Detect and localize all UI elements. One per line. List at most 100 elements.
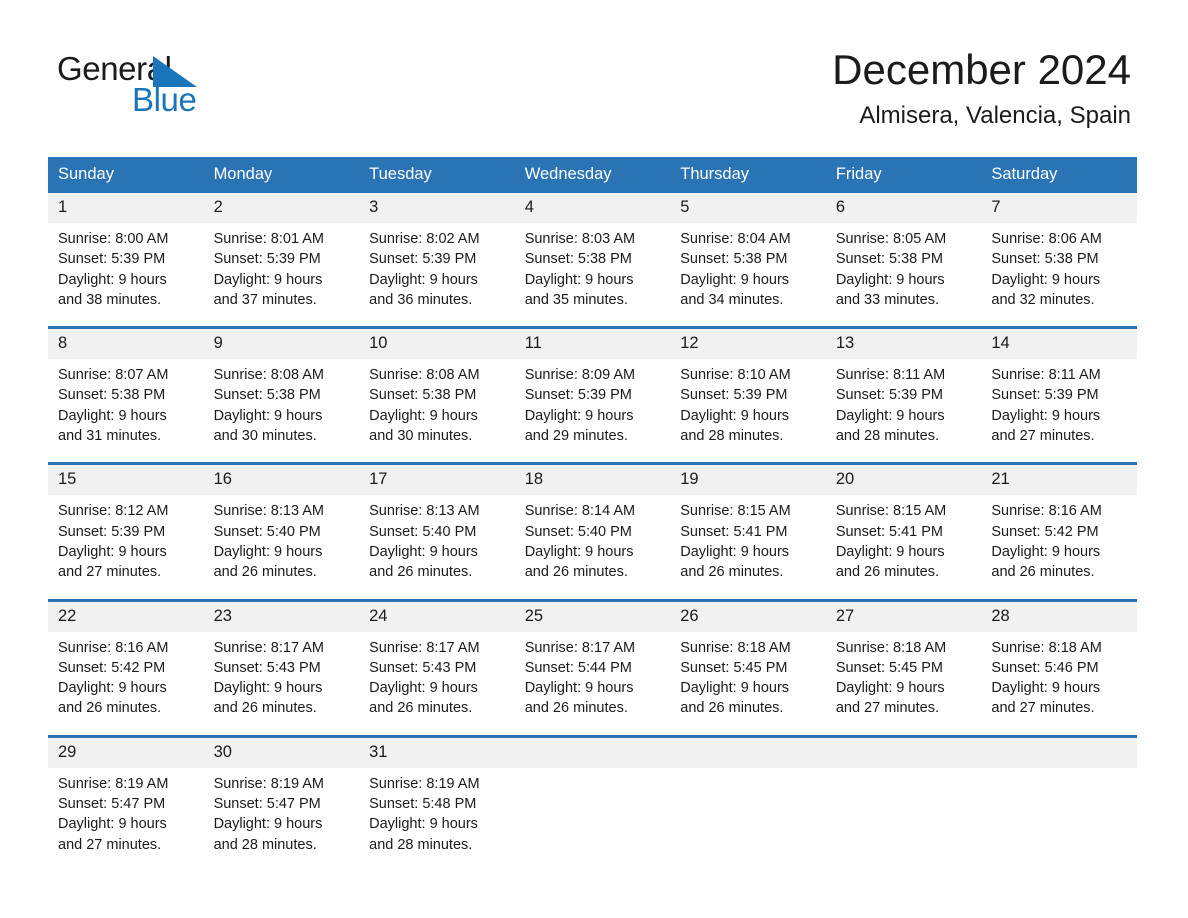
sunrise-text: Sunrise: 8:15 AM [835,503,947,520]
weekday-header-wednesday: Wednesday [514,157,671,193]
daylight-text-cont: and 26 minutes. [680,700,784,717]
weekday-header-friday: Friday [825,157,982,193]
day-number[interactable]: 14 [981,329,1137,360]
day-number[interactable]: 3 [359,193,515,223]
week-date-row: 8 9 10 11 12 13 14 [48,329,1137,360]
sunset-text: Sunset: 5:47 PM [213,796,321,813]
daylight-text-cont: and 36 minutes. [369,291,473,308]
sunset-text: Sunset: 5:38 PM [680,251,788,268]
day-number[interactable]: 29 [48,737,204,768]
calendar-body: 1 2 3 4 5 6 7 Sunrise: 8:00 AM Sunset: 5… [48,193,1137,871]
day-number[interactable]: 13 [825,329,982,360]
weekday-header-sunday: Sunday [48,157,204,193]
daylight-text-cont: and 27 minutes. [58,564,162,581]
daylight-text: Daylight: 9 hours [524,543,634,560]
day-cell-empty [670,767,826,871]
day-number[interactable]: 23 [203,601,360,632]
day-number[interactable]: 31 [359,737,515,768]
day-number[interactable]: 5 [670,193,826,223]
sunrise-text: Sunrise: 8:19 AM [369,775,480,792]
day-cell: Sunrise: 8:02 AM Sunset: 5:39 PM Dayligh… [359,223,515,327]
day-number[interactable]: 7 [981,193,1137,223]
day-number[interactable]: 1 [48,193,204,223]
sunset-text: Sunset: 5:39 PM [58,523,166,540]
day-number[interactable]: 16 [203,465,360,496]
day-number[interactable]: 26 [670,601,826,632]
sunrise-text: Sunrise: 8:06 AM [991,231,1102,247]
sunrise-text: Sunrise: 8:01 AM [213,231,324,247]
daylight-text-cont: and 34 minutes. [680,291,784,308]
calendar-header-row: Sunday Monday Tuesday Wednesday Thursday… [48,157,1137,193]
daylight-text-cont: and 29 minutes. [524,428,628,445]
daylight-text-cont: and 26 minutes. [680,564,784,581]
day-number[interactable]: 8 [48,329,204,360]
daylight-text: Daylight: 9 hours [58,680,167,697]
daylight-text: Daylight: 9 hours [213,271,323,288]
sunset-text: Sunset: 5:44 PM [524,659,632,676]
day-cell: Sunrise: 8:11 AM Sunset: 5:39 PM Dayligh… [825,359,982,463]
day-number[interactable]: 21 [981,465,1137,496]
sunset-text: Sunset: 5:45 PM [835,659,944,676]
sunrise-text: Sunrise: 8:02 AM [369,231,480,247]
day-number[interactable]: 10 [359,329,515,360]
sunset-text: Sunset: 5:39 PM [991,387,1099,404]
sunset-text: Sunset: 5:39 PM [58,251,166,268]
sunrise-text: Sunrise: 8:14 AM [524,503,636,520]
sunset-text: Sunset: 5:39 PM [213,251,321,268]
day-cell-empty [514,767,671,871]
day-number[interactable]: 28 [981,601,1137,632]
weekday-header-saturday: Saturday [981,157,1137,193]
day-cell: Sunrise: 8:01 AM Sunset: 5:39 PM Dayligh… [203,223,360,327]
daylight-text-cont: and 28 minutes. [835,428,939,445]
day-number[interactable]: 24 [359,601,515,632]
day-cell: Sunrise: 8:06 AM Sunset: 5:38 PM Dayligh… [981,223,1137,327]
week-date-row: 29 30 31 [48,737,1137,768]
day-cell: Sunrise: 8:00 AM Sunset: 5:39 PM Dayligh… [48,223,204,327]
day-number[interactable]: 12 [670,329,826,360]
day-number[interactable]: 17 [359,465,515,496]
sunrise-sunset-calendar: Sunday Monday Tuesday Wednesday Thursday… [48,157,1137,871]
day-cell: Sunrise: 8:18 AM Sunset: 5:46 PM Dayligh… [981,631,1137,735]
sunset-text: Sunset: 5:42 PM [58,659,166,676]
daylight-text: Daylight: 9 hours [835,407,945,424]
daylight-text: Daylight: 9 hours [58,543,167,560]
day-cell: Sunrise: 8:09 AM Sunset: 5:39 PM Dayligh… [514,359,671,463]
day-number[interactable]: 6 [825,193,982,223]
daylight-text: Daylight: 9 hours [680,271,790,288]
sunrise-text: Sunrise: 8:10 AM [680,367,791,384]
daylight-text-cont: and 32 minutes. [991,291,1095,308]
day-number[interactable]: 4 [514,193,671,223]
sunset-text: Sunset: 5:43 PM [369,659,477,676]
daylight-text-cont: and 27 minutes. [991,700,1095,717]
week-date-row: 22 23 24 25 26 27 28 [48,601,1137,632]
day-number[interactable]: 9 [203,329,360,360]
sunset-text: Sunset: 5:39 PM [680,387,788,404]
day-number[interactable]: 15 [48,465,204,496]
day-number[interactable]: 18 [514,465,671,496]
sunrise-text: Sunrise: 8:07 AM [58,367,169,384]
sunset-text: Sunset: 5:38 PM [835,251,944,268]
sunset-text: Sunset: 5:38 PM [369,387,477,404]
daylight-text: Daylight: 9 hours [680,407,790,424]
daylight-text-cont: and 26 minutes. [524,700,628,717]
day-number[interactable]: 30 [203,737,360,768]
daylight-text-cont: and 30 minutes. [369,428,473,445]
daylight-text: Daylight: 9 hours [680,543,790,560]
day-number[interactable]: 19 [670,465,826,496]
daylight-text: Daylight: 9 hours [369,407,478,424]
day-number[interactable]: 20 [825,465,982,496]
daylight-text-cont: and 37 minutes. [213,291,317,308]
page-title: December 2024 [832,46,1131,93]
daylight-text-cont: and 27 minutes. [58,836,162,853]
daylight-text-cont: and 26 minutes. [58,700,162,717]
day-number[interactable]: 27 [825,601,982,632]
sunrise-text: Sunrise: 8:04 AM [680,231,791,247]
day-number[interactable]: 22 [48,601,204,632]
day-number-empty [981,737,1137,768]
day-number[interactable]: 11 [514,329,671,360]
daylight-text: Daylight: 9 hours [58,271,167,288]
day-number[interactable]: 25 [514,601,671,632]
general-blue-logo[interactable]: General Blue [57,52,257,116]
day-cell: Sunrise: 8:08 AM Sunset: 5:38 PM Dayligh… [203,359,360,463]
day-number[interactable]: 2 [203,193,360,223]
